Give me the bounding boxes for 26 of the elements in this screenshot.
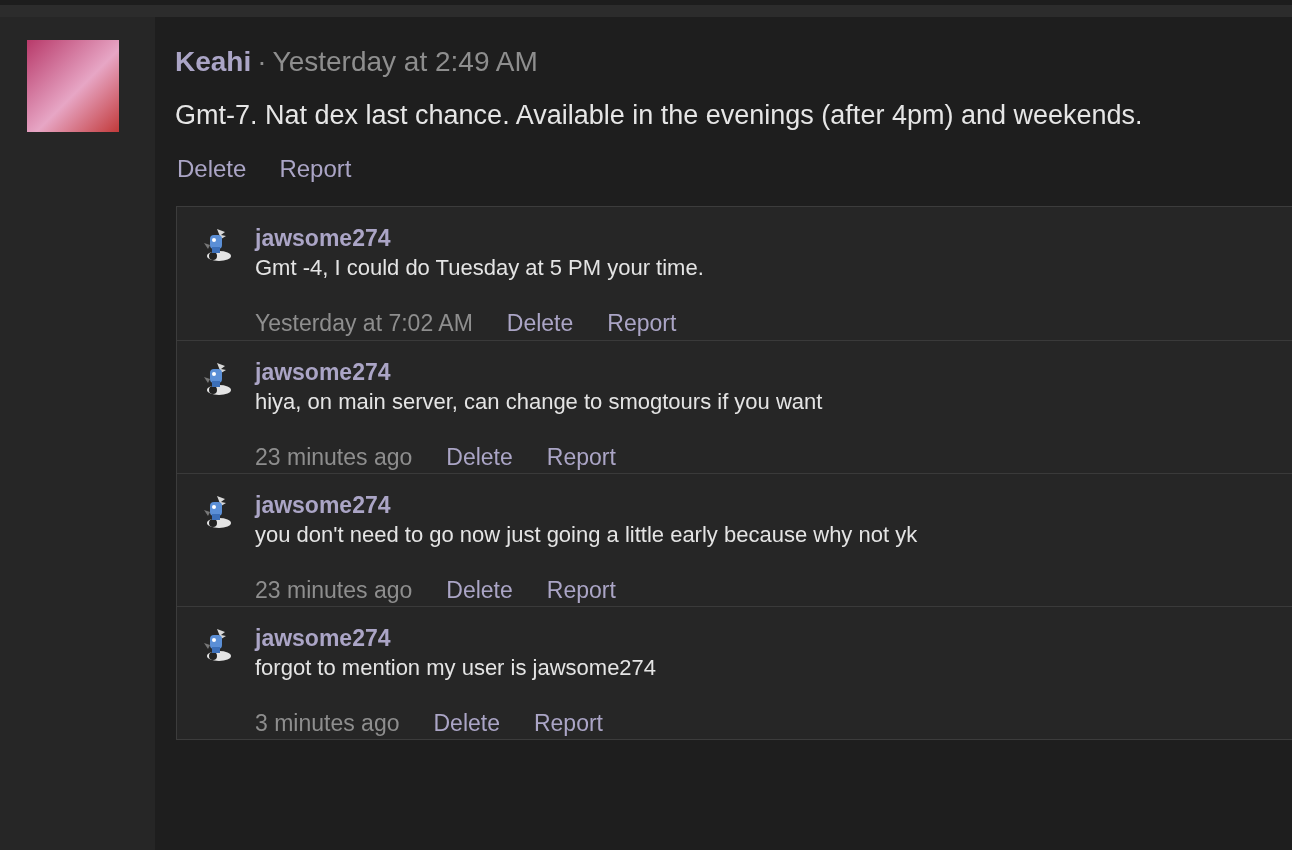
action-link[interactable]: Report bbox=[533, 708, 603, 738]
timestamp: 23 minutes ago bbox=[255, 443, 413, 472]
action-link[interactable]: Delete bbox=[446, 575, 513, 605]
timestamp: Yesterday at 7:02 AM bbox=[255, 309, 473, 338]
timestamp: 23 minutes ago bbox=[255, 576, 413, 605]
action-link[interactable]: Delete bbox=[446, 442, 513, 472]
post-text: Gmt-7. Nat dex last chance. Available in the evenings (after 4pm) and weekends. bbox=[175, 99, 1144, 132]
reply-text: you don't need to go now just going a little early because why not yk bbox=[255, 521, 918, 549]
action-link[interactable]: Report bbox=[607, 308, 677, 338]
author-name[interactable]: jawsome274 bbox=[255, 223, 704, 253]
timestamp: 3 minutes ago bbox=[255, 709, 400, 738]
action-link[interactable]: Delete bbox=[177, 154, 247, 184]
author-name[interactable]: jawsome274 bbox=[255, 623, 657, 653]
reply-text: hiya, on main server, can change to smogtours if you want bbox=[255, 388, 823, 416]
action-link[interactable]: Report bbox=[546, 442, 616, 472]
reply-text: Gmt -4, I could do Tuesday at 5 PM your time. bbox=[255, 254, 704, 282]
action-link[interactable]: Delete bbox=[506, 308, 574, 338]
separator: · bbox=[257, 45, 267, 79]
action-link[interactable]: Delete bbox=[433, 708, 500, 738]
action-link[interactable]: Report bbox=[546, 575, 616, 605]
action-link[interactable]: Report bbox=[279, 154, 352, 184]
reply-text: forgot to mention my user is jawsome274 bbox=[255, 654, 657, 682]
author-name[interactable]: jawsome274 bbox=[255, 490, 918, 520]
timestamp: Yesterday at 2:49 AM bbox=[272, 45, 538, 79]
author-name[interactable]: jawsome274 bbox=[255, 357, 823, 387]
author-name[interactable]: Keahi bbox=[175, 44, 252, 80]
